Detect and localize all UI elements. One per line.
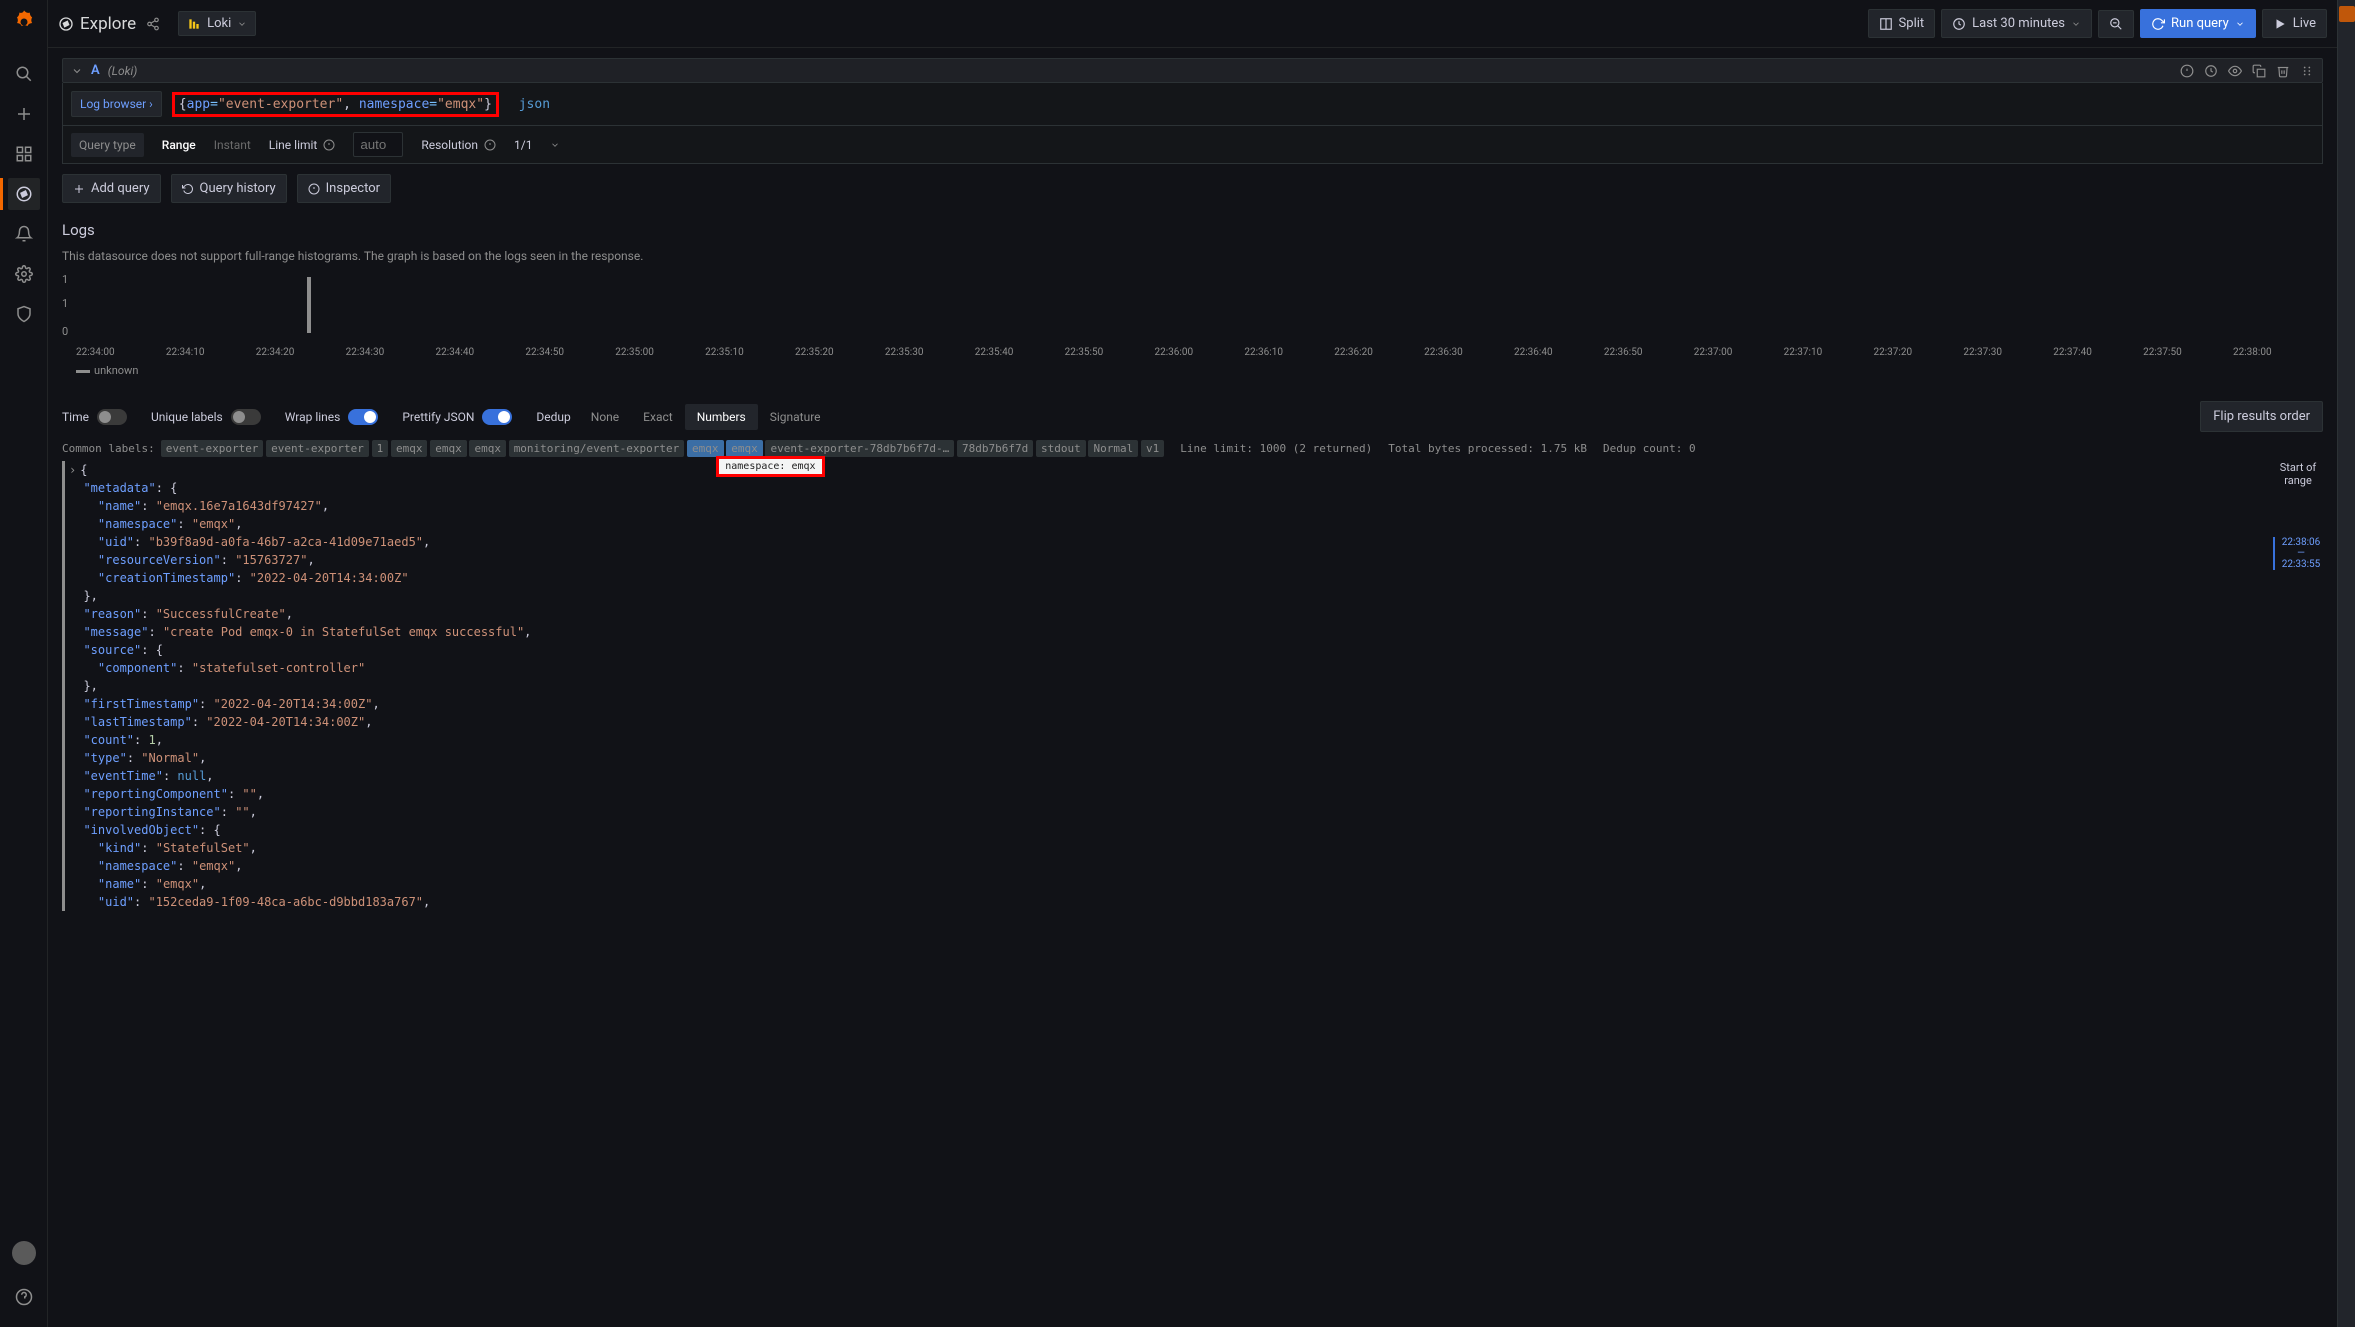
common-labels-row: Common labels: event-exporter event-expo… [62, 442, 2323, 455]
time-toggle[interactable] [97, 409, 127, 425]
nav-sidebar [0, 0, 48, 1327]
run-query-button[interactable]: Run query [2140, 9, 2256, 38]
plus-icon[interactable] [8, 98, 40, 130]
query-history-icon[interactable] [2204, 64, 2218, 78]
share-icon[interactable] [146, 17, 160, 31]
search-icon[interactable] [8, 58, 40, 90]
range-option[interactable]: Range [162, 138, 196, 152]
common-label[interactable]: 1 [372, 440, 389, 457]
common-label[interactable]: emqx [391, 440, 428, 457]
topbar: Explore Loki Split Last 30 minutes [48, 0, 2337, 48]
common-label[interactable]: monitoring/event-exporter [509, 440, 685, 457]
drag-handle-icon[interactable] [2300, 64, 2314, 78]
common-label[interactable]: event-exporter [161, 440, 264, 457]
timerange-picker[interactable]: Last 30 minutes [1941, 9, 2092, 38]
inspector-button[interactable]: Inspector [297, 174, 391, 203]
common-label[interactable]: stdout [1036, 440, 1086, 457]
label-tooltip: namespace: emqx [716, 456, 824, 477]
query-ds-label: (Loki) [108, 64, 138, 78]
add-query-button[interactable]: Add query [62, 174, 161, 203]
copy-query-icon[interactable] [2252, 64, 2266, 78]
wrap-lines-toggle[interactable] [348, 409, 378, 425]
common-label[interactable]: emqx [687, 440, 724, 457]
common-label[interactable]: Normal [1088, 440, 1138, 457]
common-label[interactable]: 78db7b6f7d [957, 440, 1033, 457]
expand-log-icon[interactable]: › [69, 463, 76, 477]
resolution-value[interactable]: 1/1 [514, 138, 532, 152]
common-label[interactable]: emqx [469, 440, 506, 457]
common-label[interactable]: v1 [1141, 440, 1164, 457]
query-row-header: A (Loki) [62, 58, 2323, 83]
live-button[interactable]: Live [2262, 9, 2327, 38]
logs-title: Logs [62, 221, 2323, 239]
common-label[interactable]: emqxnamespace: emqx [726, 440, 763, 457]
log-controls: Time Unique labels Wrap lines Prettify J… [62, 391, 2323, 442]
page-title: Explore [58, 14, 136, 34]
shield-icon[interactable] [8, 298, 40, 330]
split-button[interactable]: Split [1868, 9, 1936, 38]
unique-labels-toggle[interactable] [231, 409, 261, 425]
explore-icon[interactable] [8, 178, 40, 210]
grafana-logo[interactable] [10, 8, 38, 36]
dedup-exact[interactable]: Exact [631, 404, 685, 430]
collapse-query-icon[interactable] [71, 65, 83, 77]
toggle-visibility-icon[interactable] [2228, 64, 2242, 78]
histogram-x-axis: 22:34:0022:34:1022:34:2022:34:3022:34:40… [76, 347, 2323, 358]
prettify-json-toggle[interactable] [482, 409, 512, 425]
query-editor[interactable]: Log browser › {app="event-exporter", nam… [62, 83, 2323, 126]
log-entry[interactable]: ›{ "metadata": { "name": "emqx.16e7a1643… [62, 461, 2273, 911]
query-history-button[interactable]: Query history [171, 174, 287, 203]
query-ref-id: A [91, 63, 100, 78]
logs-note: This datasource does not support full-ra… [62, 249, 2323, 263]
zoom-out-button[interactable] [2098, 10, 2134, 38]
common-label[interactable]: event-exporter [266, 440, 369, 457]
line-limit-input[interactable] [353, 132, 403, 157]
config-icon[interactable] [8, 258, 40, 290]
log-browser-button[interactable]: Log browser › [71, 91, 162, 117]
query-options: Query type Range Instant Line limit Reso… [62, 126, 2323, 164]
log-histogram[interactable]: 1 1 0 [62, 273, 2323, 343]
user-avatar[interactable] [12, 1241, 36, 1265]
query-help-icon[interactable] [2180, 64, 2194, 78]
dedup-numbers[interactable]: Numbers [685, 404, 758, 430]
dedup-signature[interactable]: Signature [758, 404, 833, 430]
right-strip-icon[interactable] [2339, 6, 2355, 22]
right-strip [2337, 0, 2355, 1327]
instant-option[interactable]: Instant [214, 138, 251, 152]
query-type-label: Query type [71, 133, 144, 157]
resolution-label: Resolution [421, 138, 478, 152]
line-limit-label: Line limit [269, 138, 318, 152]
histogram-bar[interactable] [307, 277, 311, 333]
delete-query-icon[interactable] [2276, 64, 2290, 78]
common-label[interactable]: emqx [430, 440, 467, 457]
dashboards-icon[interactable] [8, 138, 40, 170]
help-icon[interactable] [8, 1281, 40, 1313]
histogram-legend: unknown [76, 364, 2323, 377]
alerting-icon[interactable] [8, 218, 40, 250]
range-indicator: Start of range 22:38:06 — 22:33:55 [2273, 461, 2323, 911]
common-label[interactable]: event-exporter-78db7b6f7d-… [765, 440, 954, 457]
query-text[interactable]: {app="event-exporter", namespace="emqx"}… [172, 92, 550, 117]
dedup-none[interactable]: None [579, 404, 631, 430]
datasource-picker[interactable]: Loki [178, 11, 256, 36]
flip-results-button[interactable]: Flip results order [2200, 401, 2323, 432]
content-area: A (Loki) Log browser › {app="event-expor… [48, 48, 2337, 1327]
